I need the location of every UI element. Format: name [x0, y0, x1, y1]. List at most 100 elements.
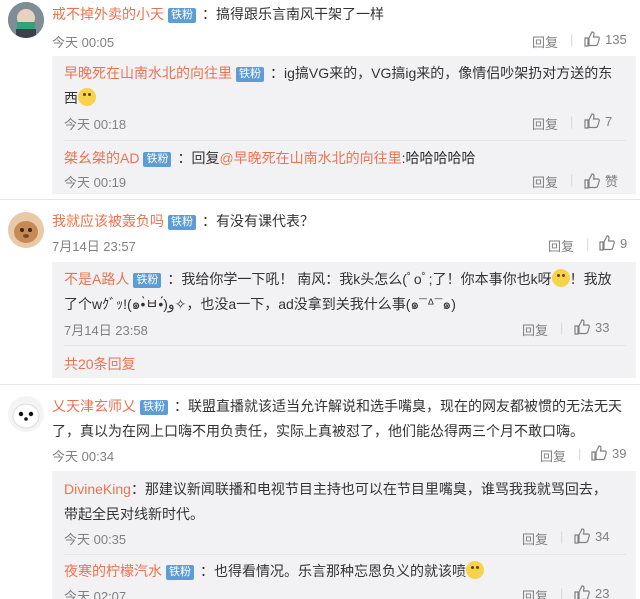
thumbs-up-icon: [584, 113, 600, 129]
divider: |: [578, 446, 582, 461]
thumbs-up-icon: [591, 445, 607, 461]
divider: |: [586, 236, 590, 251]
timestamp: 今天 00:19: [64, 175, 127, 190]
avatar[interactable]: [8, 212, 44, 248]
comment-text: 西: [64, 90, 78, 106]
username[interactable]: 我就应该被轰负吗: [52, 213, 164, 229]
comment-header: 戒不掉外卖的小天 铁粉 ：搞得跟乐言南风干架了一样: [52, 1, 384, 27]
comment-text: 带起全民对线新时代。: [64, 506, 204, 522]
comment-text: ：回复: [177, 150, 220, 166]
reply-button[interactable]: 回复: [532, 114, 558, 133]
comment-header: 桀幺桀的AD 铁粉 ：回复@早晚死在山南水北的向往里:哈哈哈哈哈: [64, 145, 476, 171]
username[interactable]: 夜寒的柠檬汽水: [64, 563, 162, 579]
like-button[interactable]: 赞: [584, 171, 618, 190]
avatar[interactable]: [8, 2, 44, 38]
reply-button[interactable]: 回复: [522, 586, 548, 599]
like-count: 23: [595, 586, 610, 599]
like-count: 9: [620, 236, 628, 251]
thumbs-up-icon: [584, 31, 600, 47]
username[interactable]: 戒不掉外卖的小天: [52, 6, 164, 22]
like-button[interactable]: 9: [599, 235, 627, 251]
timestamp: 今天 00:05: [52, 35, 115, 50]
divider: |: [570, 114, 574, 129]
divider: |: [570, 32, 574, 47]
timestamp: 今天 00:35: [64, 532, 127, 547]
comment-header: 不是A路人 铁粉 ：我给你学一下吼！ 南风：我k头怎么(ﾟoﾟ;了！你本事你也k呀 ！…: [64, 266, 612, 292]
thumbs-up-icon: [574, 528, 590, 544]
like-button[interactable]: 33: [574, 319, 609, 335]
like-button[interactable]: 39: [591, 445, 626, 461]
comment-text: ：联盟直播就该适当允许解说和选手嘴臭，现在的网友都被惯的无法无天: [174, 398, 622, 414]
comment-text-cont: 了，真以为在网上口嗨不用负责任，实际上真被怼了，他们能怂得两三个月不敢口嗨。: [52, 418, 584, 444]
mention-link[interactable]: @早晚死在山南水北的向往里: [219, 150, 401, 166]
divider: [64, 345, 626, 346]
like-count: 135: [605, 32, 627, 47]
thumbs-up-icon: [584, 173, 600, 189]
timestamp: 今天 02:07: [64, 589, 127, 599]
comment-text: ：ig搞VG来的，VG搞ig来的，像情侣吵架扔对方送的东: [270, 65, 613, 81]
comment-header: DivineKing：那建议新闻联播和电视节目主持也可以在节目里嘴臭，谁骂我我就…: [64, 476, 607, 502]
divider: |: [560, 320, 564, 335]
username[interactable]: DivineKing: [64, 481, 131, 497]
fan-badge: 铁粉: [133, 273, 162, 288]
username[interactable]: 不是A路人: [64, 271, 129, 287]
fan-badge: 铁粉: [143, 152, 172, 167]
divider: |: [570, 172, 574, 187]
reply-button[interactable]: 回复: [532, 32, 558, 51]
divider: [0, 199, 640, 200]
comment-text-cont: 了个wｸﾞｯ!(๑•̀ㅂ•́)و✧，也没a一下，ad没拿到关我什么事(๑¯ᐞ¯๑…: [64, 291, 456, 317]
divider: [64, 554, 626, 555]
divider: |: [560, 586, 564, 599]
comment-header: 我就应该被轰负吗 铁粉 ：有没有课代表？: [52, 208, 314, 234]
avatar[interactable]: [8, 396, 44, 432]
divider: [0, 384, 640, 385]
timestamp: 今天 00:18: [64, 117, 127, 132]
fan-badge: 铁粉: [168, 8, 196, 23]
grin-emoji-icon: [551, 269, 570, 287]
reply-button[interactable]: 回复: [522, 320, 548, 339]
comment-header: 乂天津玄师乂 铁粉 ：联盟直播就该适当允许解说和选手嘴臭，现在的网友都被惯的无法无天: [52, 393, 622, 419]
like-button[interactable]: 135: [584, 31, 627, 47]
comment-text: 了，真以为在网上口嗨不用负责任，实际上真被怼了，他们能怂得两三个月不敢口嗨。: [52, 423, 584, 439]
comment-text: ！我放: [569, 271, 612, 287]
fan-badge: 铁粉: [140, 400, 168, 415]
username[interactable]: 乂天津玄师乂: [52, 398, 136, 414]
fan-badge: 铁粉: [236, 67, 264, 82]
thumbs-up-icon: [574, 585, 590, 599]
comment-text: ：那建议新闻联播和电视节目主持也可以在节目里嘴臭，谁骂我我就骂回去，: [130, 481, 607, 497]
like-button[interactable]: 23: [574, 585, 609, 599]
reply-button[interactable]: 回复: [540, 446, 566, 465]
thumbs-up-icon: [599, 235, 615, 251]
divider: [64, 140, 626, 141]
comment-text: 了个wｸﾞｯ!(๑•̀ㅂ•́)و✧，也没a一下，ad没拿到关我什么事(๑¯ᐞ¯๑…: [64, 296, 456, 312]
comment-text-cont: 带起全民对线新时代。: [64, 501, 204, 527]
comment-text: ：搞得跟乐言南风干架了一样: [202, 6, 384, 22]
timestamp: 7月14日 23:58: [64, 323, 148, 338]
username[interactable]: 早晚死在山南水北的向往里: [64, 65, 232, 81]
comment-text: ：也得看情况。乐言那种忘恩负义的就该喷: [200, 563, 466, 579]
like-button[interactable]: 34: [574, 528, 609, 544]
like-button[interactable]: 7: [584, 113, 612, 129]
thumbs-up-icon: [574, 319, 590, 335]
reply-button[interactable]: 回复: [532, 172, 558, 191]
view-all-replies-link[interactable]: 共20条回复: [64, 354, 136, 374]
laugh-emoji-icon: [466, 561, 484, 579]
timestamp: 今天 00:34: [52, 449, 115, 464]
comment-text: :哈哈哈哈哈: [401, 150, 476, 166]
divider: |: [560, 529, 564, 544]
like-count: 赞: [605, 174, 619, 189]
username[interactable]: 桀幺桀的AD: [64, 150, 139, 166]
comment-text-cont: 西: [64, 85, 96, 111]
like-count: 39: [612, 446, 627, 461]
smile-emoji-icon: [78, 88, 96, 106]
like-count: 33: [595, 320, 610, 335]
reply-button[interactable]: 回复: [522, 529, 548, 548]
comment-text: ：我给你学一下吼！ 南风：我k头怎么(ﾟoﾟ;了！你本事你也k呀: [167, 271, 552, 287]
like-count: 34: [595, 529, 610, 544]
fan-badge: 铁粉: [168, 215, 196, 230]
like-count: 7: [605, 114, 613, 129]
comment-header: 夜寒的柠檬汽水 铁粉 ：也得看情况。乐言那种忘恩负义的就该喷: [64, 558, 484, 584]
comment-header: 早晚死在山南水北的向往里 铁粉 ：ig搞VG来的，VG搞ig来的，像情侣吵架扔对方送…: [64, 60, 612, 86]
fan-badge: 铁粉: [166, 565, 194, 580]
reply-button[interactable]: 回复: [548, 236, 574, 255]
